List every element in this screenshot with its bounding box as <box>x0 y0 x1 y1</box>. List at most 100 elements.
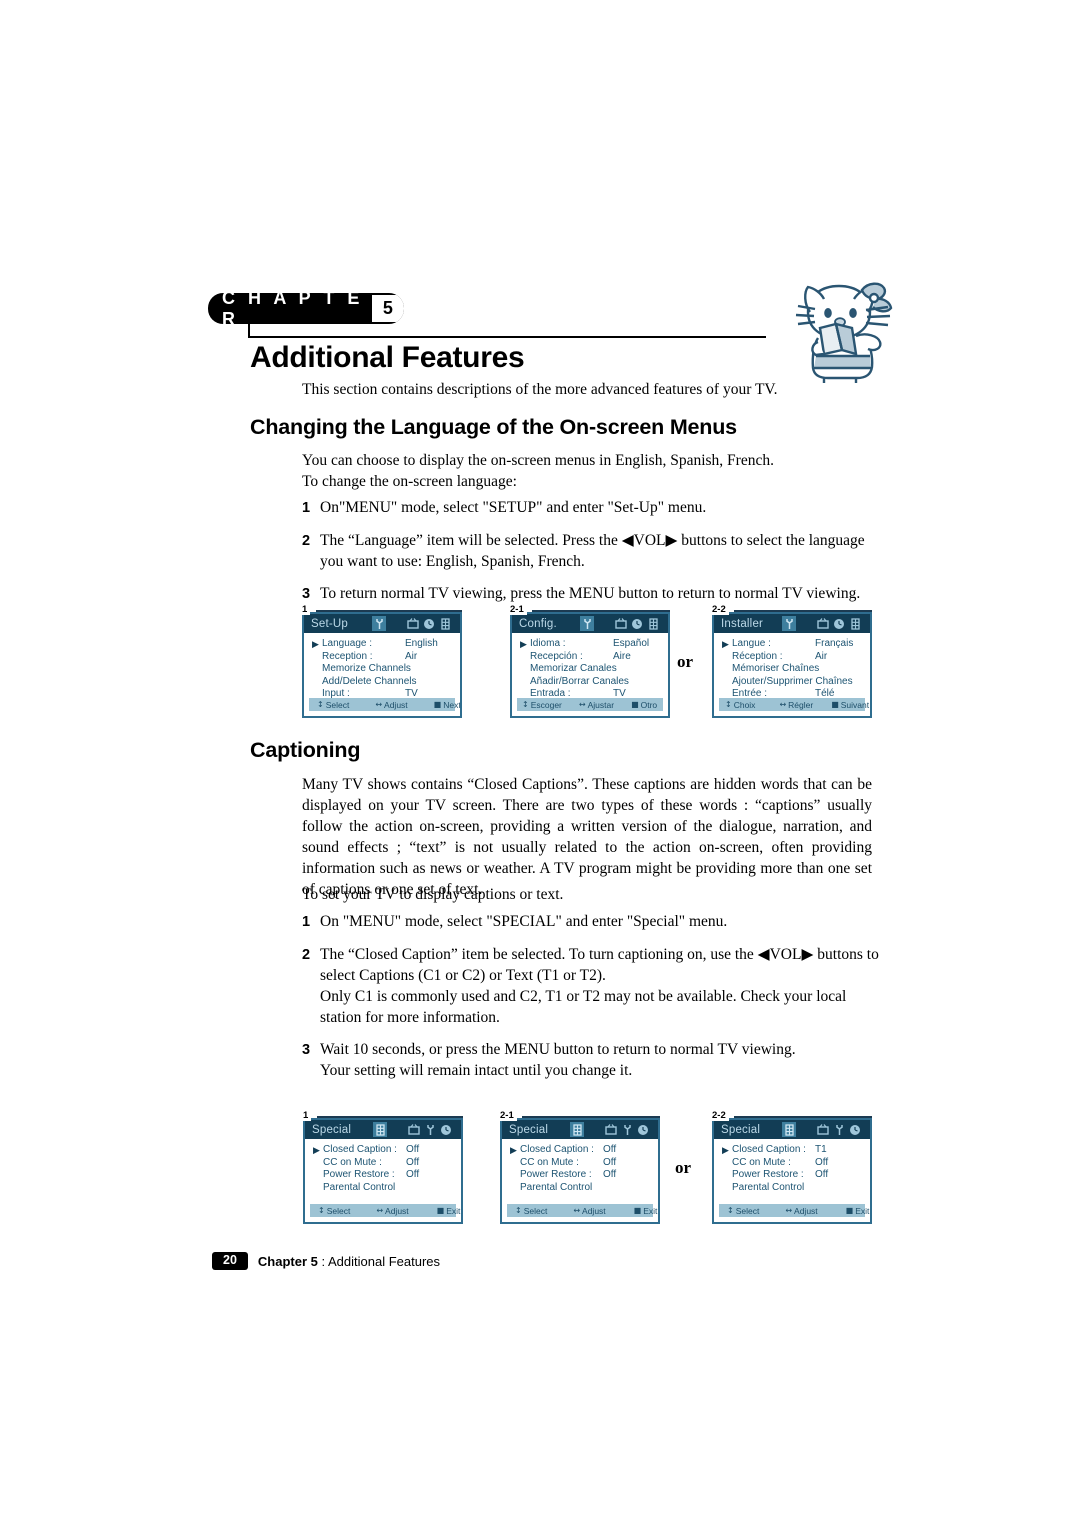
osd-row[interactable]: Añadir/Borrar Canales <box>512 676 668 689</box>
cursor-arrow-icon <box>520 676 530 689</box>
osd-footer-label: Adjust <box>385 1205 409 1216</box>
language-steps: 1 On"MENU" mode, select "SETUP" and ente… <box>302 497 882 616</box>
step-text: Wait 10 seconds, or press the MENU butto… <box>320 1041 796 1058</box>
osd-row[interactable]: Parental Control <box>502 1182 658 1195</box>
square-icon: ■ <box>631 700 639 709</box>
osd-row[interactable]: Parental Control <box>305 1182 461 1195</box>
osd-row-value: Off <box>406 1169 420 1180</box>
wrench-icon[interactable] <box>580 616 594 631</box>
section-heading-captioning: Captioning <box>250 738 361 762</box>
osd-row[interactable]: Memorizar Canales <box>512 663 668 676</box>
grid-icon[interactable] <box>570 1122 584 1137</box>
clock-icon[interactable] <box>848 1122 862 1137</box>
osd-row[interactable]: Memorize Channels <box>304 663 460 676</box>
osd-row[interactable]: Recepción : <box>512 651 668 664</box>
cursor-arrow-icon <box>312 676 322 689</box>
grid-icon[interactable] <box>782 1122 796 1137</box>
osd-row-value: Off <box>406 1156 420 1168</box>
osd-body: ▶ Closed Caption : CC on Mute : Power Res… <box>502 1139 658 1194</box>
tv-icon[interactable] <box>816 616 830 631</box>
cursor-arrow-icon <box>722 1182 732 1195</box>
osd-row[interactable]: Reception : <box>304 651 460 664</box>
osd-row[interactable]: ▶ Closed Caption : <box>714 1144 870 1157</box>
page-title: Additional Features <box>250 341 525 374</box>
osd-row-value: English <box>405 638 438 649</box>
grid-icon[interactable] <box>848 616 862 631</box>
osd-footer-item: ↕ Select <box>727 1206 759 1216</box>
captioning-steps: 1 On "MENU" mode, select "SPECIAL" and e… <box>302 911 882 1092</box>
square-icon: ■ <box>633 1206 642 1215</box>
osd-row-label: Closed Caption : <box>732 1144 806 1155</box>
step-number: 2 <box>302 533 311 549</box>
osd-icon-bar <box>580 616 660 631</box>
osd-row-value: Air <box>405 650 418 662</box>
osd-row[interactable]: Power Restore : <box>714 1169 870 1182</box>
osd-row[interactable]: CC on Mute : <box>305 1157 461 1170</box>
clock-icon[interactable] <box>630 616 644 631</box>
step-number: 3 <box>302 586 311 602</box>
osd-row[interactable]: Mémoriser Chaînes <box>714 663 870 676</box>
osd-footer: ↕ Select ↔ Adjust ■ Exit <box>310 1204 460 1217</box>
footer-chapter-label: Chapter 5 <box>257 1253 318 1269</box>
osd-row[interactable]: Add/Delete Channels <box>304 676 460 689</box>
chapter-word: C H A P T E R <box>222 293 364 324</box>
osd-footer-label: Select <box>735 1205 760 1216</box>
osd-row-label: Memorizar Canales <box>530 663 617 674</box>
footer-title: Additional Features <box>328 1253 441 1269</box>
step-text-wrap: The “Closed Caption” item be selected. T… <box>320 944 882 1028</box>
osd-row[interactable]: CC on Mute : <box>714 1157 870 1170</box>
osd-footer-label: Choix <box>733 699 756 710</box>
leftright-arrow-icon: ↔ <box>573 1206 581 1215</box>
osd-footer-label: Adjust <box>384 699 408 710</box>
wrench-icon[interactable] <box>832 1122 846 1137</box>
wrench-icon[interactable] <box>372 616 386 631</box>
osd-row[interactable]: Parental Control <box>714 1182 870 1195</box>
clock-icon[interactable] <box>832 616 846 631</box>
wrench-icon[interactable] <box>782 616 796 631</box>
cursor-arrow-icon: ▶ <box>510 1145 517 1155</box>
cursor-arrow-icon <box>313 1157 323 1170</box>
osd-footer-item: ↔ Adjust <box>573 1206 605 1216</box>
step-item: 1 On"MENU" mode, select "SETUP" and ente… <box>302 497 882 519</box>
osd-row-label: Language : <box>322 638 373 649</box>
wrench-icon[interactable] <box>423 1122 437 1137</box>
cursor-arrow-icon <box>520 651 530 664</box>
tv-icon[interactable] <box>406 616 420 631</box>
grid-icon[interactable] <box>438 616 452 631</box>
osd-footer-item: ■ Exit <box>846 1206 870 1216</box>
leftright-arrow-icon: ↔ <box>779 700 787 709</box>
osd-footer-label: Ajustar <box>587 699 615 710</box>
step-number: 2 <box>302 947 311 963</box>
osd-header: Set-Up <box>304 614 460 633</box>
clock-icon[interactable] <box>439 1122 453 1137</box>
osd-footer-label: Select <box>325 699 350 710</box>
osd-row[interactable]: ▶ Closed Caption : <box>305 1144 461 1157</box>
osd-row[interactable]: CC on Mute : <box>502 1157 658 1170</box>
osd-tag: 1 <box>302 604 311 615</box>
osd-row-label: Recepción : <box>530 650 583 662</box>
osd-header: Installer <box>714 614 870 633</box>
grid-icon[interactable] <box>373 1122 387 1137</box>
grid-icon[interactable] <box>646 616 660 631</box>
osd-row[interactable]: ▶ Closed Caption : <box>502 1144 658 1157</box>
cursor-arrow-icon <box>520 663 530 676</box>
tv-icon[interactable] <box>407 1122 421 1137</box>
tv-icon[interactable] <box>614 616 628 631</box>
or-label-setup: or <box>677 652 694 671</box>
square-icon: ■ <box>436 1206 445 1215</box>
cursor-arrow-icon <box>313 1182 323 1195</box>
tv-icon[interactable] <box>604 1122 618 1137</box>
osd-row[interactable]: Power Restore : <box>305 1169 461 1182</box>
osd-footer: ↕ Select ↔ Adjust ■ Exit <box>507 1204 657 1217</box>
wrench-icon[interactable] <box>620 1122 634 1137</box>
osd-row-label: Power Restore : <box>732 1169 804 1180</box>
clock-icon[interactable] <box>422 616 436 631</box>
clock-icon[interactable] <box>636 1122 650 1137</box>
osd-row-label: Parental Control <box>520 1181 593 1193</box>
osd-header: Special <box>502 1120 658 1139</box>
tv-icon[interactable] <box>816 1122 830 1137</box>
osd-row[interactable]: Réception : <box>714 651 870 664</box>
osd-footer: ↕ Select ↔ Adjust ■ Next <box>309 698 460 711</box>
osd-row[interactable]: Ajouter/Supprimer Chaînes <box>714 676 870 689</box>
osd-row[interactable]: Power Restore : <box>502 1169 658 1182</box>
